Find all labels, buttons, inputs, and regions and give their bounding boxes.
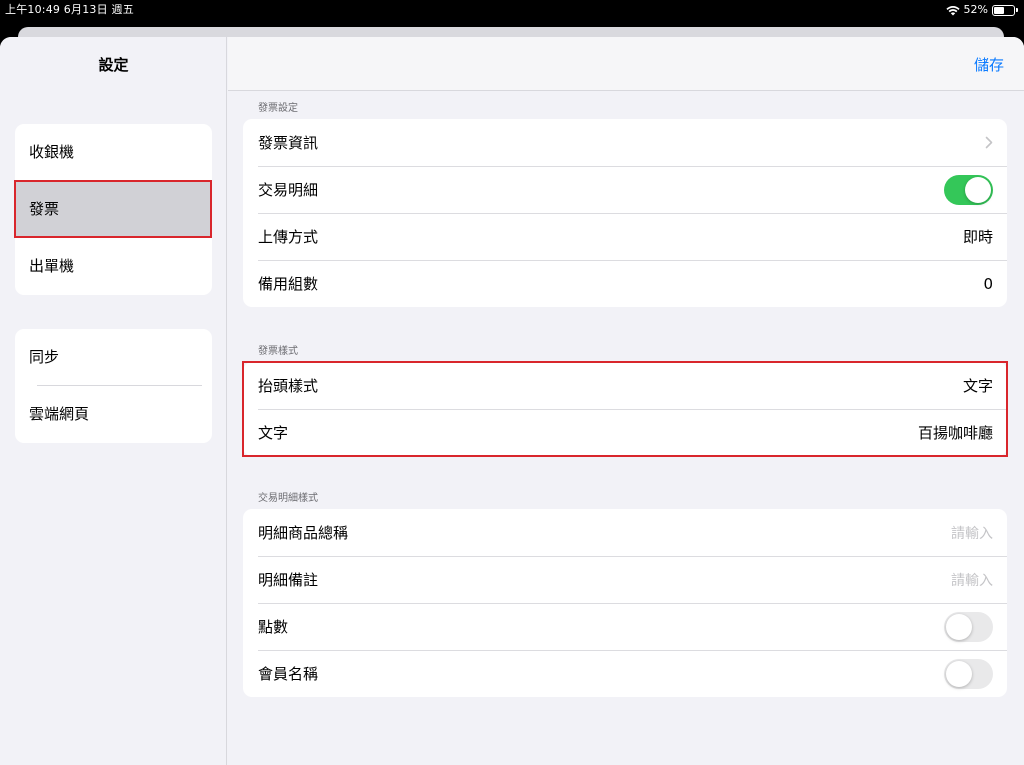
- toggle-knob: [965, 176, 991, 203]
- row-label: 明細備註: [258, 571, 319, 589]
- section-header-invoice-style: 發票樣式: [258, 346, 298, 357]
- sidebar: 設定 收銀機 發票 出單機 同步 雲端網頁: [0, 37, 227, 765]
- save-button[interactable]: 儲存: [974, 54, 1004, 75]
- row-label: 會員名稱: [258, 665, 319, 683]
- row-transaction-detail: 交易明細: [243, 166, 1007, 213]
- status-bar: 上午10:49 6月13日 週五 52%: [0, 0, 1024, 20]
- row-upload-method[interactable]: 上傳方式 即時: [243, 213, 1007, 260]
- sidebar-item-label: 收銀機: [29, 143, 75, 161]
- row-value: 百揚咖啡廳: [917, 424, 993, 442]
- sidebar-item-label: 發票: [29, 200, 60, 218]
- settings-sheet: 設定 收銀機 發票 出單機 同步 雲端網頁 儲存 發票設定 發票資訊 交易明細 …: [0, 37, 1024, 765]
- row-label: 交易明細: [258, 181, 319, 199]
- row-points: 點數: [243, 603, 1007, 650]
- toggle-knob: [946, 660, 972, 687]
- section-header-invoice-settings: 發票設定: [258, 103, 298, 114]
- toggle-knob: [946, 613, 972, 640]
- status-time-date: 上午10:49 6月13日 週五: [5, 3, 134, 16]
- item-name-input[interactable]: 請輸入: [951, 523, 993, 543]
- sidebar-item-sync[interactable]: 同步: [15, 329, 212, 386]
- battery-percent: 52%: [963, 3, 988, 16]
- sidebar-title: 設定: [98, 56, 129, 74]
- sidebar-item-cloud-web[interactable]: 雲端網頁: [15, 386, 212, 443]
- row-label: 上傳方式: [258, 228, 319, 246]
- row-header-text[interactable]: 文字 百揚咖啡廳: [243, 409, 1007, 456]
- row-label: 發票資訊: [258, 134, 319, 152]
- transaction-detail-toggle[interactable]: [944, 174, 993, 205]
- group-detail-style: 明細商品總稱 請輸入 明細備註 請輸入 點數 會員名稱: [243, 509, 1007, 697]
- row-label: 點數: [258, 618, 289, 636]
- sidebar-group-devices: 收銀機 發票 出單機: [15, 124, 212, 295]
- row-value: 0: [983, 274, 993, 293]
- row-invoice-info[interactable]: 發票資訊: [243, 119, 1007, 166]
- sidebar-group-cloud: 同步 雲端網頁: [15, 329, 212, 443]
- detail-note-input[interactable]: 請輸入: [951, 570, 993, 590]
- status-indicators: 52%: [945, 0, 1018, 20]
- member-name-toggle[interactable]: [944, 658, 993, 689]
- row-backup-count[interactable]: 備用組數 0: [243, 260, 1007, 307]
- row-label: 明細商品總稱: [258, 524, 349, 542]
- battery-fill: [994, 6, 1004, 14]
- sidebar-item-label: 出單機: [29, 257, 75, 275]
- wifi-icon: [945, 5, 960, 15]
- row-label: 文字: [258, 424, 289, 442]
- row-value: 即時: [962, 228, 993, 246]
- sidebar-item-label: 雲端網頁: [29, 405, 90, 423]
- sidebar-item-label: 同步: [29, 348, 60, 366]
- detail-pane: 儲存 發票設定 發票資訊 交易明細 上傳方式 即時 備用組數 0 發票樣式 抬頭…: [228, 37, 1024, 765]
- row-label: 備用組數: [258, 275, 319, 293]
- row-detail-note[interactable]: 明細備註 請輸入: [243, 556, 1007, 603]
- sidebar-item-cash-register[interactable]: 收銀機: [15, 124, 212, 181]
- row-item-name[interactable]: 明細商品總稱 請輸入: [243, 509, 1007, 556]
- sidebar-item-invoice[interactable]: 發票: [15, 181, 212, 238]
- group-invoice-style: 抬頭樣式 文字 文字 百揚咖啡廳: [243, 362, 1007, 456]
- battery-icon: [992, 4, 1015, 16]
- chevron-right-icon: [985, 136, 993, 149]
- section-header-detail-style: 交易明細樣式: [258, 493, 318, 504]
- row-member-name: 會員名稱: [243, 650, 1007, 697]
- battery-cap: [1016, 8, 1018, 12]
- group-invoice-settings: 發票資訊 交易明細 上傳方式 即時 備用組數 0: [243, 119, 1007, 307]
- row-label: 抬頭樣式: [258, 377, 319, 395]
- row-value: 文字: [962, 377, 993, 395]
- sidebar-item-printer[interactable]: 出單機: [15, 238, 212, 295]
- navigation-bar: 儲存: [228, 37, 1024, 91]
- row-header-style[interactable]: 抬頭樣式 文字: [243, 362, 1007, 409]
- points-toggle[interactable]: [944, 611, 993, 642]
